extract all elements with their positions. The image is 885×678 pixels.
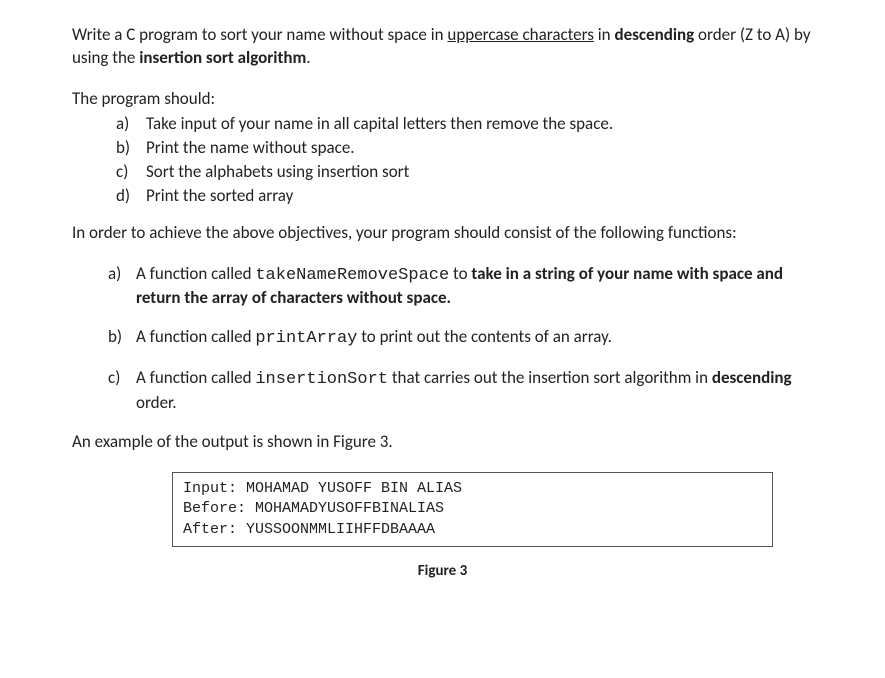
intro-text-1: Write a C program to sort your name with… <box>72 24 447 45</box>
intro-paragraph: Write a C program to sort your name with… <box>72 24 813 70</box>
function-item: a) A function called takeNameRemoveSpace… <box>108 263 813 311</box>
list-marker: a) <box>108 263 121 286</box>
intro-underlined: uppercase characters <box>447 24 594 45</box>
func-text-1: A function called <box>136 263 255 284</box>
func-text-1: A function called <box>136 326 255 347</box>
list-marker: b) <box>116 137 130 160</box>
func-text-1: A function called <box>136 367 255 388</box>
func-code: insertionSort <box>255 370 388 389</box>
output-line-input: Input: MOHAMAD YUSOFF BIN ALIAS <box>183 479 762 499</box>
func-text-2: to print out the contents of an array. <box>357 326 612 347</box>
list-marker: b) <box>108 326 122 349</box>
list-text: Take input of your name in all capital l… <box>146 113 613 134</box>
list-marker: d) <box>116 185 130 208</box>
objectives-paragraph: In order to achieve the above objectives… <box>72 222 813 245</box>
func-text-3: order. <box>136 392 177 413</box>
func-code: printArray <box>255 329 357 348</box>
intro-bold-2: insertion sort algorithm <box>139 47 306 68</box>
requirement-item: d) Print the sorted array <box>116 185 813 208</box>
figure-caption: Figure 3 <box>72 561 813 581</box>
list-text: Print the name without space. <box>146 137 355 158</box>
functions-list: a) A function called takeNameRemoveSpace… <box>72 263 813 416</box>
list-marker: c) <box>108 367 120 390</box>
requirement-item: a) Take input of your name in all capita… <box>116 113 813 136</box>
output-line-before: Before: MOHAMADYUSOFFBINALIAS <box>183 499 762 519</box>
list-text: Sort the alphabets using insertion sort <box>146 161 409 182</box>
list-marker: a) <box>116 113 129 136</box>
output-example-box: Input: MOHAMAD YUSOFF BIN ALIAS Before: … <box>172 472 773 547</box>
requirements-section: The program should: a) Take input of you… <box>72 88 813 208</box>
function-item: b) A function called printArray to print… <box>108 326 813 351</box>
func-bold: descending <box>712 367 792 388</box>
requirements-list: a) Take input of your name in all capita… <box>72 113 813 208</box>
example-paragraph: An example of the output is shown in Fig… <box>72 431 813 454</box>
function-item: c) A function called insertionSort that … <box>108 367 813 415</box>
requirements-header: The program should: <box>72 88 813 111</box>
list-marker: c) <box>116 161 128 184</box>
intro-text-4: . <box>306 47 310 68</box>
intro-bold-1: descending <box>614 24 694 45</box>
requirement-item: c) Sort the alphabets using insertion so… <box>116 161 813 184</box>
list-text: Print the sorted array <box>146 185 293 206</box>
output-line-after: After: YUSSOONMMLIIHFFDBAAAA <box>183 520 762 540</box>
func-text-2: to <box>449 263 471 284</box>
intro-text-2: in <box>594 24 615 45</box>
requirement-item: b) Print the name without space. <box>116 137 813 160</box>
func-text-2: that carries out the insertion sort algo… <box>388 367 712 388</box>
func-code: takeNameRemoveSpace <box>255 266 449 285</box>
